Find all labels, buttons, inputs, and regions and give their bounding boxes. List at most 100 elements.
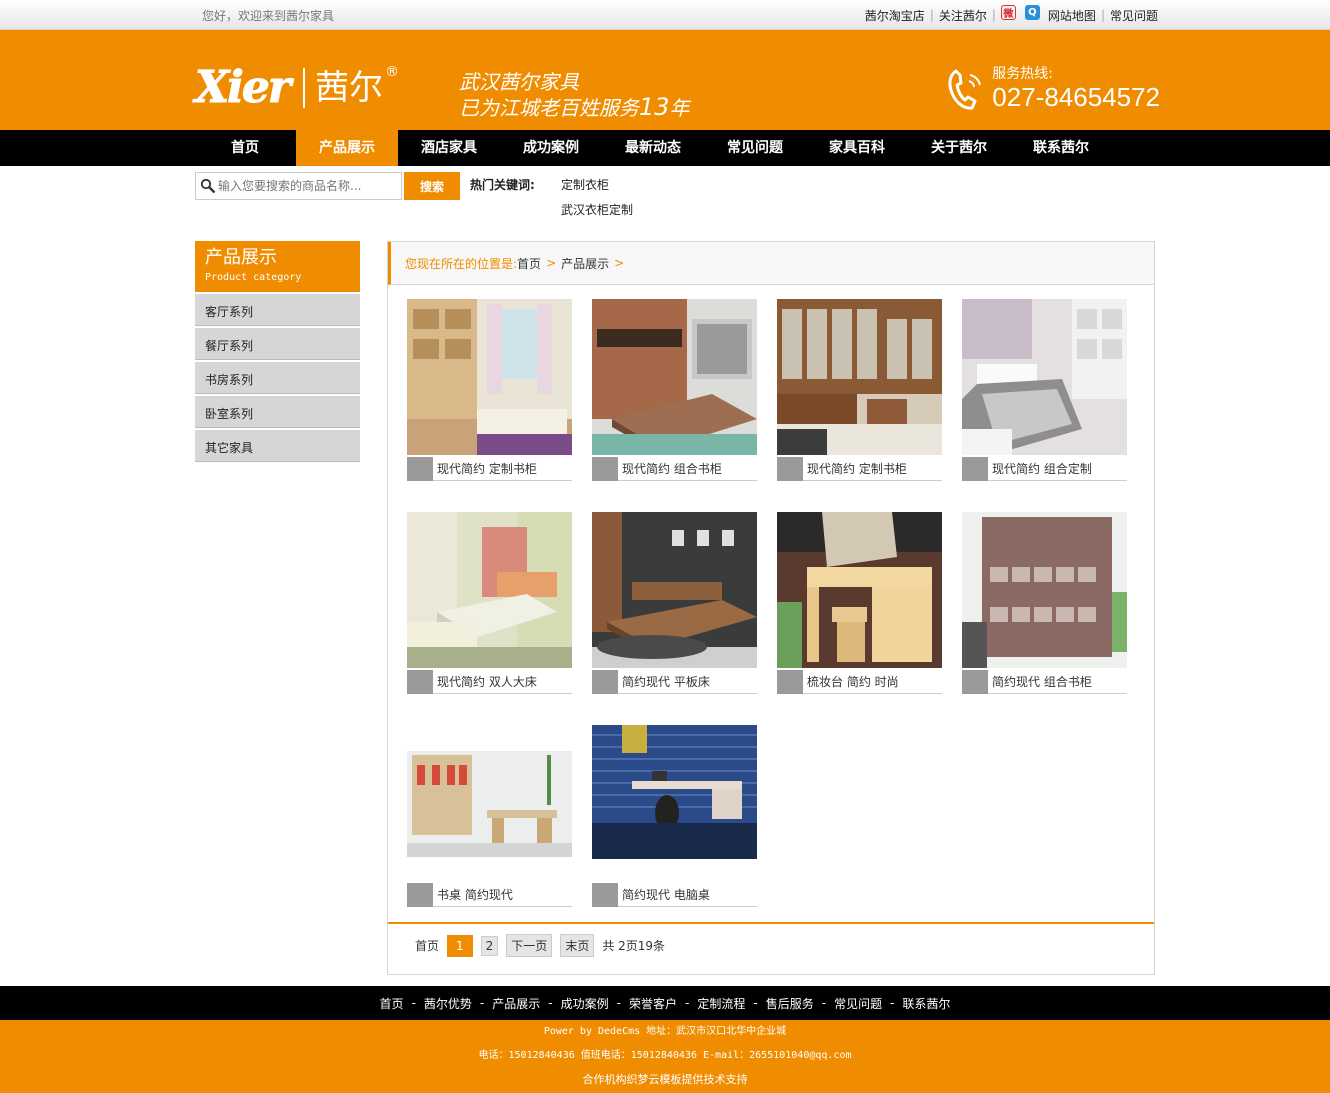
product-card[interactable]: 梳妆台 简约 时尚 <box>777 512 942 696</box>
hotline: 服务热线: 027-84654572 <box>946 66 1160 112</box>
product-title[interactable]: 简约现代 电脑桌 <box>622 886 710 903</box>
product-card[interactable]: 现代简约 定制书柜 <box>777 299 942 483</box>
breadcrumb-label: 您现在所在的位置是: <box>405 256 518 271</box>
product-card[interactable]: 现代简约 双人大床 <box>407 512 572 696</box>
category-sidebar: 产品展示 Product category 客厅系列 餐厅系列 书房系列 卧室系… <box>195 241 360 462</box>
product-card[interactable]: 现代简约 定制书柜 <box>407 299 572 483</box>
site-logo[interactable]: Xier 茜尔 ® <box>194 64 400 110</box>
product-card[interactable]: 简约现代 平板床 <box>592 512 757 696</box>
hot-keyword-link[interactable]: 定制衣柜 <box>561 176 609 193</box>
product-title[interactable]: 现代简约 组合书柜 <box>622 460 722 477</box>
product-image[interactable] <box>407 512 572 668</box>
nav-news[interactable]: 最新动态 <box>602 130 704 166</box>
sidebar-header: 产品展示 Product category <box>195 241 360 292</box>
product-title[interactable]: 现代简约 定制书柜 <box>807 460 907 477</box>
product-card[interactable]: 简约现代 组合书柜 <box>962 512 1127 696</box>
nav-encyclopedia[interactable]: 家具百科 <box>806 130 908 166</box>
product-title[interactable]: 现代简约 组合定制 <box>992 460 1092 477</box>
hotline-label: 服务热线: <box>992 66 1053 82</box>
breadcrumb-products[interactable]: 产品展示 <box>561 255 609 272</box>
pager-first[interactable]: 首页 <box>415 937 439 954</box>
search-box <box>195 172 402 200</box>
product-title[interactable]: 现代简约 双人大床 <box>437 673 537 690</box>
product-caption: 现代简约 定制书柜 <box>407 456 572 481</box>
search-section: 搜索 热门关键词: 定制衣柜 武汉衣柜定制 <box>0 166 1330 241</box>
faq-link[interactable]: 常见问题 <box>1110 7 1158 24</box>
footer-link[interactable]: 定制流程 <box>697 995 745 1012</box>
product-title[interactable]: 简约现代 平板床 <box>622 673 710 690</box>
product-card[interactable]: 现代简约 组合定制 <box>962 299 1127 483</box>
sidebar-item-study[interactable]: 书房系列 <box>195 362 360 394</box>
footer-link[interactable]: 荣誉客户 <box>629 995 677 1012</box>
pagination: 首页 1 2 下一页 末页 共 2页19条 <box>388 922 1154 974</box>
registered-mark: ® <box>385 64 400 80</box>
nav-cases[interactable]: 成功案例 <box>500 130 602 166</box>
hot-keyword-link[interactable]: 武汉衣柜定制 <box>561 201 633 218</box>
product-image[interactable] <box>962 299 1127 455</box>
product-image[interactable] <box>592 299 757 455</box>
footer-link[interactable]: 茜尔优势 <box>424 995 472 1012</box>
nav-hotel-furniture[interactable]: 酒店家具 <box>398 130 500 166</box>
product-image[interactable] <box>592 725 757 881</box>
product-card[interactable]: 现代简约 组合书柜 <box>592 299 757 483</box>
product-title[interactable]: 现代简约 定制书柜 <box>437 460 537 477</box>
search-button[interactable]: 搜索 <box>404 172 460 200</box>
product-title[interactable]: 书桌 简约现代 <box>437 886 513 903</box>
nav-home[interactable]: 首页 <box>194 130 296 166</box>
taobao-store-link[interactable]: 茜尔淘宝店 <box>865 7 925 24</box>
search-icon <box>200 178 216 194</box>
nav-about[interactable]: 关于茜尔 <box>908 130 1010 166</box>
footer-info: Power by DedeCms 地址：武汉市汉口北华中企业城 电话：15012… <box>0 1020 1330 1093</box>
sitemap-link[interactable]: 网站地图 <box>1048 7 1096 24</box>
footer-link[interactable]: 首页 <box>380 995 404 1012</box>
product-image[interactable] <box>407 725 572 881</box>
nav-contact[interactable]: 联系茜尔 <box>1010 130 1112 166</box>
footer-nav: 首页 - 茜尔优势 - 产品展示 - 成功案例 - 荣誉客户 - 定制流程 - 售后服务 - … <box>0 986 1330 1020</box>
product-image[interactable] <box>407 299 572 455</box>
follow-link[interactable]: 关注茜尔 <box>939 7 987 24</box>
nav-faq[interactable]: 常见问题 <box>704 130 806 166</box>
product-image[interactable] <box>592 512 757 668</box>
sidebar-item-other[interactable]: 其它家具 <box>195 430 360 462</box>
pager-last[interactable]: 末页 <box>560 934 595 957</box>
welcome-text: 您好，欢迎来到茜尔家具 <box>202 8 335 23</box>
sidebar-item-bedroom[interactable]: 卧室系列 <box>195 396 360 428</box>
pager-summary: 共 2页19条 <box>602 939 666 953</box>
pager-page-current[interactable]: 1 <box>447 934 473 957</box>
footer-contact: 电话：15012840436 值班电话：15012840436 E-mail：2… <box>478 1050 852 1061</box>
product-card[interactable]: 简约现代 电脑桌 <box>592 725 757 909</box>
product-title[interactable]: 梳妆台 简约 时尚 <box>807 673 899 690</box>
product-caption: 现代简约 组合书柜 <box>592 456 757 481</box>
slogan-suffix: 年 <box>669 96 690 120</box>
nav-products[interactable]: 产品展示 <box>296 130 398 166</box>
product-caption: 书桌 简约现代 <box>407 882 572 907</box>
footer-link[interactable]: 常见问题 <box>834 995 882 1012</box>
chevron-right-icon: > <box>546 256 557 270</box>
qq-icon[interactable]: Q <box>1024 4 1040 20</box>
footer-link[interactable]: 售后服务 <box>766 995 814 1012</box>
slogan: 武汉茜尔家具 已为江城老百姓服务13年 <box>459 70 690 121</box>
product-caption: 现代简约 组合定制 <box>962 456 1127 481</box>
search-input[interactable] <box>218 179 398 193</box>
product-image[interactable] <box>777 512 942 668</box>
footer-credit: 合作机构织梦云模板提供技术支持 <box>582 1073 748 1086</box>
weibo-icon[interactable]: 微 <box>1000 4 1016 20</box>
product-caption: 简约现代 组合书柜 <box>962 669 1127 694</box>
sidebar-item-dining-room[interactable]: 餐厅系列 <box>195 328 360 360</box>
footer-link[interactable]: 产品展示 <box>492 995 540 1012</box>
footer-link[interactable]: 成功案例 <box>561 995 609 1012</box>
pager-next[interactable]: 下一页 <box>506 934 553 957</box>
sidebar-subtitle: Product category <box>205 272 302 283</box>
sidebar-item-living-room[interactable]: 客厅系列 <box>195 294 360 326</box>
pager-page[interactable]: 2 <box>480 935 499 956</box>
product-image[interactable] <box>777 299 942 455</box>
product-image[interactable] <box>962 512 1127 668</box>
product-title[interactable]: 简约现代 组合书柜 <box>992 673 1092 690</box>
breadcrumb-home[interactable]: 首页 <box>517 255 541 272</box>
product-card[interactable]: 书桌 简约现代 <box>407 725 572 909</box>
site-header: Xier 茜尔 ® 武汉茜尔家具 已为江城老百姓服务13年 服务热线: 027-… <box>0 30 1330 130</box>
footer-address: Power by DedeCms 地址：武汉市汉口北华中企业城 <box>543 1026 787 1037</box>
footer-link[interactable]: 联系茜尔 <box>902 995 950 1012</box>
slogan-line-2: 已为江城老百姓服务13年 <box>459 95 690 121</box>
product-caption: 简约现代 电脑桌 <box>592 882 757 907</box>
